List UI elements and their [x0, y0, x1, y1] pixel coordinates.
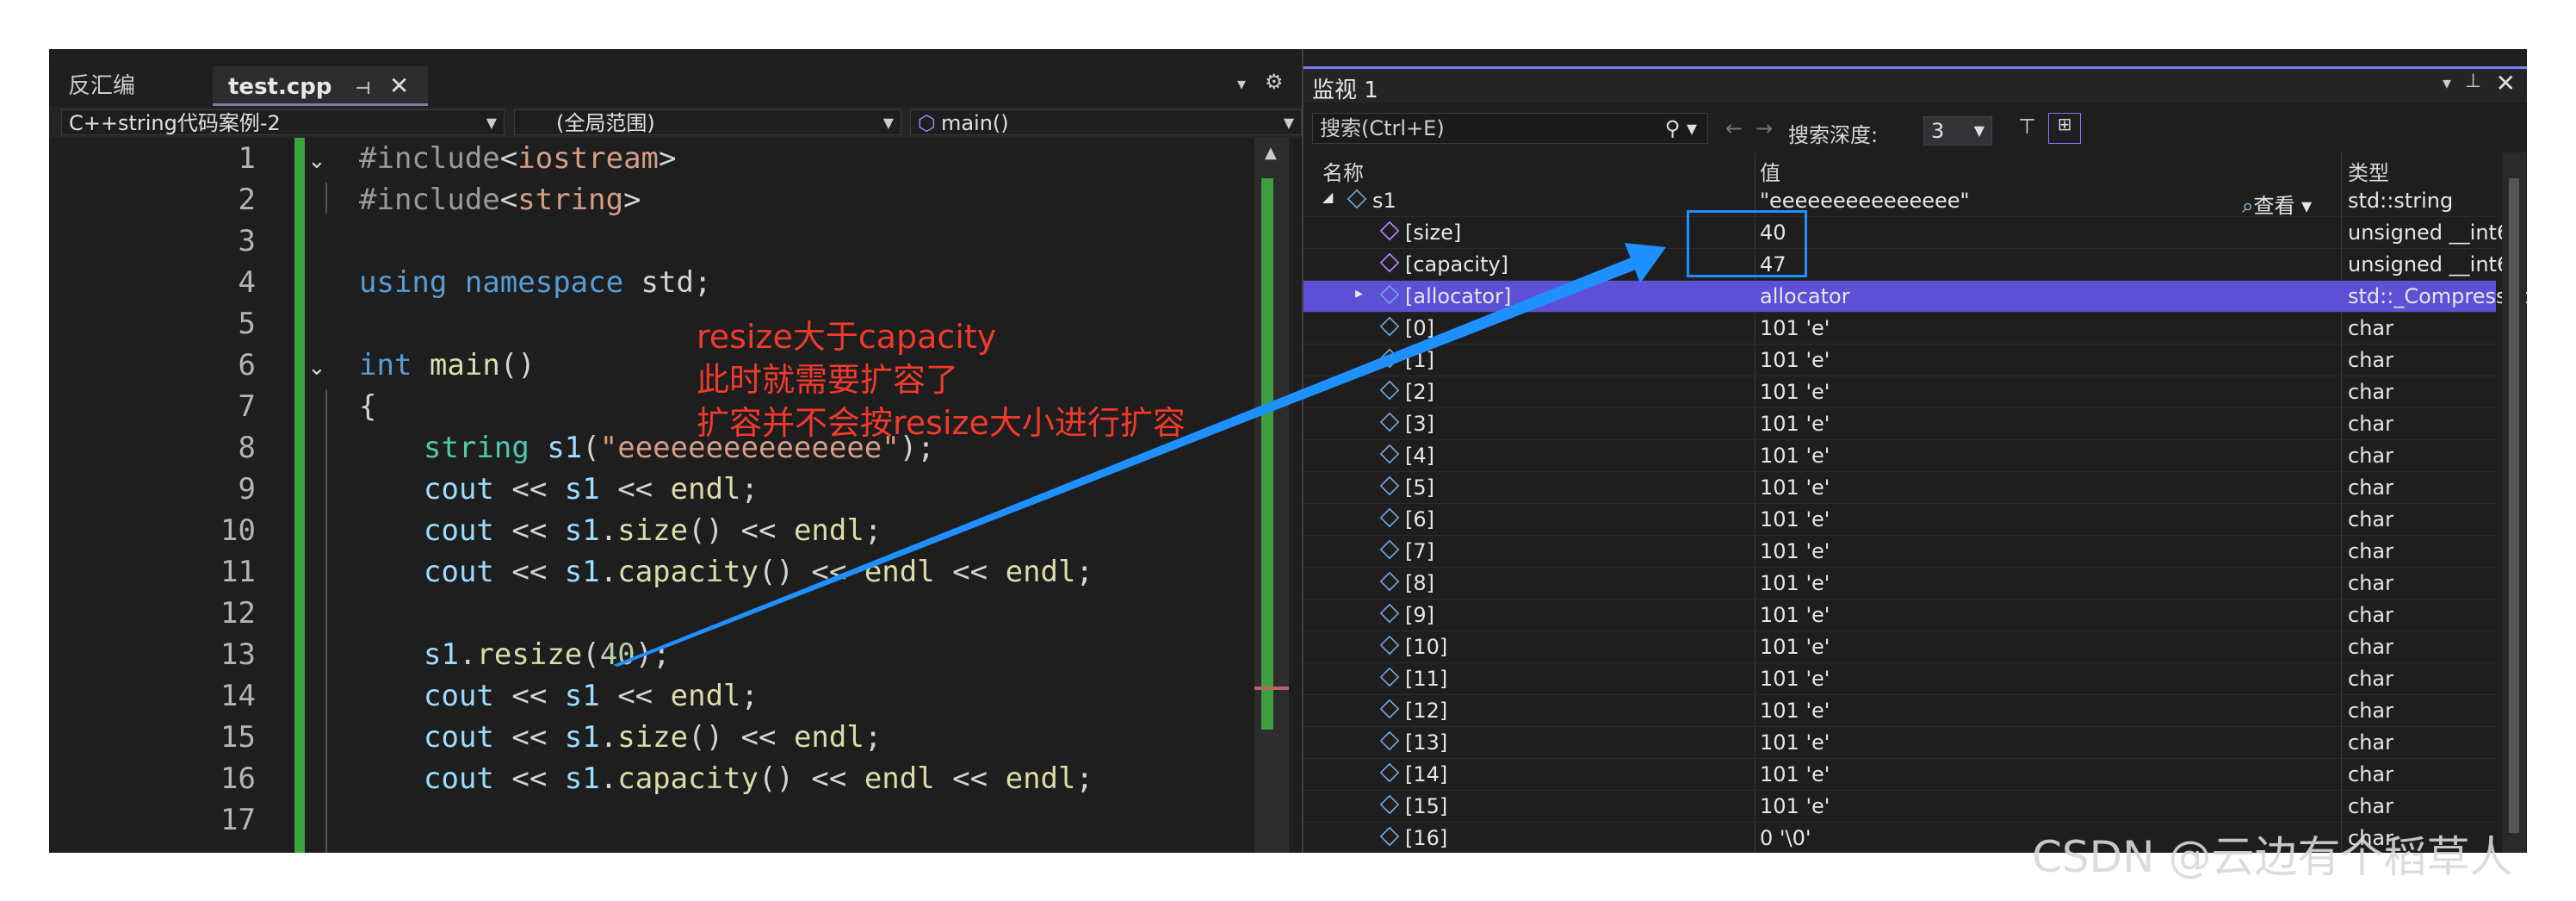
ide-window: 反汇编 test.cpp ⊣ ✕ ▾ ⚙ C++string代码案例-2 ▼ (全… [49, 49, 2527, 853]
arrow-shaft [613, 250, 1656, 667]
watermark: CSDN @云边有个稻草人 [2032, 832, 2513, 882]
annotation-arrow [613, 243, 1666, 667]
